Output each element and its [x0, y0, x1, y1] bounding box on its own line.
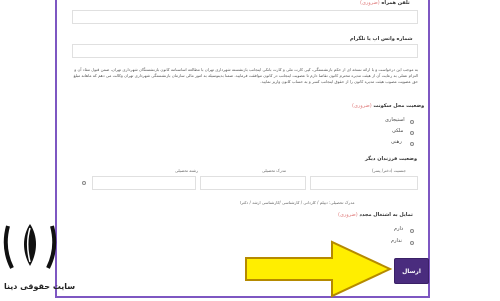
arrow-icon: [245, 240, 393, 298]
housing-option-owned[interactable]: ملکی: [392, 128, 403, 134]
column-gender: جنسیت (دختر/ پسر): [372, 168, 406, 173]
column-degree: مدرک تحصیلی: [262, 168, 287, 173]
submit-button[interactable]: ارسال: [394, 258, 429, 284]
employment-label: تمایل به اشتغال مجدد (ضروری): [338, 212, 413, 218]
whatsapp-input[interactable]: [72, 44, 418, 58]
employment-radio-no[interactable]: [410, 241, 414, 245]
child-field-input[interactable]: [92, 176, 196, 190]
column-field: رشته تحصیلی: [175, 168, 198, 173]
employment-radio-yes[interactable]: [410, 229, 414, 233]
add-row-icon[interactable]: [82, 181, 86, 185]
children-label: وضعیت فرزندان دیگر: [365, 156, 418, 162]
child-gender-input[interactable]: [310, 176, 418, 190]
education-hint: مدرک تحصیلی: دیپلم / کاردانی / کارشناسی …: [240, 200, 355, 205]
employment-option-yes[interactable]: دارم: [394, 226, 403, 232]
housing-option-mortgage[interactable]: رهنی: [391, 139, 402, 145]
housing-radio-rent[interactable]: [410, 120, 414, 124]
site-name: سایت حقوقی دینا: [4, 282, 76, 291]
logo-emblem-icon: [3, 224, 57, 269]
child-degree-input[interactable]: [200, 176, 306, 190]
phone-input[interactable]: [72, 10, 418, 24]
phone-label: تلفن همراه (ضروری): [360, 0, 410, 6]
housing-option-rent[interactable]: استیجاری: [385, 117, 405, 123]
housing-radio-mortgage[interactable]: [410, 142, 414, 146]
terms-paragraph: به موجب این درخواست و با ارائه نسخه ای ا…: [73, 67, 418, 84]
housing-label: وضعیت محل سکونت (ضروری): [352, 103, 425, 109]
housing-radio-owned[interactable]: [410, 131, 414, 135]
whatsapp-label: شماره واتس اپ یا تلگرام: [350, 36, 413, 42]
